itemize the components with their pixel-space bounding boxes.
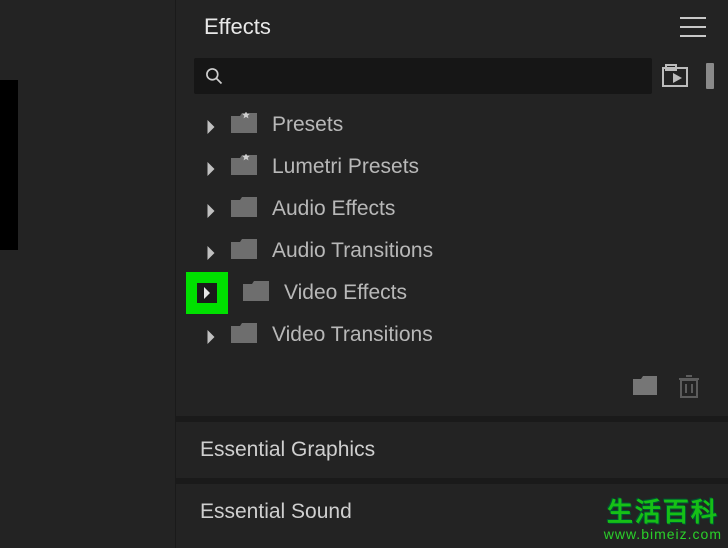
folder-icon <box>230 322 258 344</box>
essential-sound-panel-header[interactable]: Essential Sound <box>176 484 728 540</box>
effects-panel: Effects Presets Lumetri Presets <box>176 0 728 548</box>
highlight-badge[interactable] <box>186 272 228 314</box>
panel-title: Effects <box>204 14 271 40</box>
tree-item-label: Audio Effects <box>272 197 395 221</box>
essential-graphics-panel-header[interactable]: Essential Graphics <box>176 422 728 478</box>
panel-options-icon[interactable] <box>706 63 714 89</box>
preview-thumbnail <box>0 80 18 250</box>
tree-item-audio-transitions[interactable]: Audio Transitions <box>194 230 714 272</box>
tree-item-label: Presets <box>272 113 343 137</box>
tree-item-label: Video Effects <box>284 281 407 305</box>
chevron-right-icon <box>206 330 216 344</box>
chevron-right-icon <box>206 120 216 134</box>
tree-item-audio-effects[interactable]: Audio Effects <box>194 188 714 230</box>
new-bin-icon[interactable] <box>632 374 658 396</box>
chevron-right-icon <box>206 162 216 176</box>
expand-chevron[interactable] <box>206 246 216 256</box>
search-input[interactable] <box>232 66 642 87</box>
expand-chevron[interactable] <box>206 120 216 130</box>
tree-item-label: Audio Transitions <box>272 239 433 263</box>
essential-graphics-label: Essential Graphics <box>200 438 375 461</box>
folder-icon <box>242 280 270 302</box>
tree-item-lumetri-presets[interactable]: Lumetri Presets <box>194 146 714 188</box>
chevron-right-icon <box>203 287 211 299</box>
tree-item-label: Video Transitions <box>272 323 433 347</box>
bin-actions-row <box>176 364 728 416</box>
effects-tree: Presets Lumetri Presets Audio Effects Au… <box>194 104 714 364</box>
tree-item-video-transitions[interactable]: Video Transitions <box>194 314 714 356</box>
tree-item-label: Lumetri Presets <box>272 155 419 179</box>
folder-star-icon <box>230 154 258 176</box>
folder-icon <box>230 238 258 260</box>
search-box[interactable] <box>194 58 652 94</box>
folder-star-icon <box>230 112 258 134</box>
expand-chevron[interactable] <box>206 162 216 172</box>
tree-item-video-effects[interactable]: Video Effects <box>194 272 714 314</box>
effects-panel-header[interactable]: Effects <box>176 0 728 54</box>
search-row <box>194 58 714 94</box>
chevron-right-icon <box>206 246 216 260</box>
panel-menu-icon[interactable] <box>680 17 706 37</box>
expand-chevron[interactable] <box>206 330 216 340</box>
chevron-right-icon <box>206 204 216 218</box>
folder-icon <box>230 196 258 218</box>
new-preset-bin-icon[interactable] <box>662 63 692 89</box>
search-icon <box>204 66 224 86</box>
delete-icon[interactable] <box>678 374 700 398</box>
tree-item-presets[interactable]: Presets <box>194 104 714 146</box>
left-sidebar-bg <box>0 0 175 548</box>
essential-sound-label: Essential Sound <box>200 500 352 523</box>
expand-chevron[interactable] <box>206 204 216 214</box>
